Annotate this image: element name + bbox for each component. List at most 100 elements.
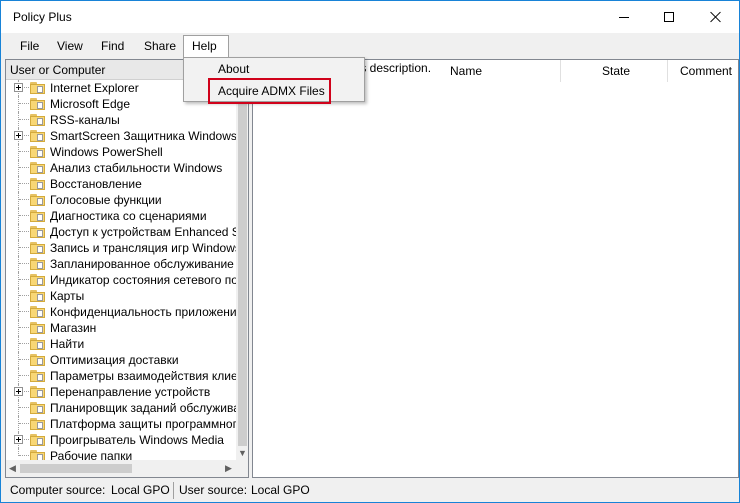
- scroll-down-arrow-icon[interactable]: ▼: [238, 448, 247, 458]
- policy-folder-icon: [30, 274, 46, 286]
- tree-vertical-scroll-thumb[interactable]: [238, 74, 247, 446]
- tree-item-label: Карты: [50, 289, 85, 303]
- tree-item-label: Microsoft Edge: [50, 97, 131, 111]
- expand-plus-icon[interactable]: [14, 83, 23, 92]
- policy-folder-icon: [30, 370, 46, 382]
- tree-connector-line: [19, 359, 29, 360]
- minimize-button[interactable]: [601, 1, 647, 33]
- tree-connector-line: [19, 343, 29, 344]
- menu-share[interactable]: Share: [138, 36, 182, 56]
- policy-folder-icon: [30, 114, 46, 126]
- tree-item-label: Перенаправление устройств: [50, 385, 211, 399]
- menu-find[interactable]: Find: [95, 36, 130, 56]
- tree-connector-line: [18, 352, 19, 368]
- tree-item[interactable]: Индикатор состояния сетевого подк: [6, 272, 236, 288]
- tree-connector-line: [18, 416, 19, 432]
- tree-horizontal-scrollbar[interactable]: ◀ ▶: [6, 460, 236, 477]
- tree-item[interactable]: Проигрыватель Windows Media: [6, 432, 236, 448]
- policy-list-pane[interactable]: ts description. Name State Comment: [252, 59, 739, 478]
- policy-folder-icon: [30, 402, 46, 414]
- tree-connector-line: [18, 304, 19, 320]
- tree-connector-line: [18, 368, 19, 384]
- policy-folder-icon: [30, 434, 46, 446]
- title-bar[interactable]: Policy Plus: [1, 1, 739, 33]
- column-separator[interactable]: [667, 60, 668, 82]
- policy-plus-window: Policy Plus File View Find Share Help Us…: [0, 0, 740, 503]
- menu-help[interactable]: Help: [183, 35, 229, 57]
- status-separator: [173, 482, 174, 499]
- tree-horizontal-scroll-thumb[interactable]: [20, 464, 132, 473]
- tree-item-label: Магазин: [50, 321, 97, 335]
- tree-item[interactable]: Диагностика со сценариями: [6, 208, 236, 224]
- computer-source-label: Computer source:: [10, 483, 106, 497]
- tree-connector-line: [19, 327, 29, 328]
- column-header-state[interactable]: State: [602, 60, 630, 82]
- tree-item-label: Голосовые функции: [50, 193, 162, 207]
- tree-item-label: RSS-каналы: [50, 113, 120, 127]
- tree-item[interactable]: Оптимизация доставки: [6, 352, 236, 368]
- tree-item-label: Планировщик заданий обслуживания: [50, 401, 236, 415]
- tree-item[interactable]: Карты: [6, 288, 236, 304]
- tree-item-label: Индикатор состояния сетевого подк: [50, 273, 236, 287]
- tree-item[interactable]: Доступ к устройствам Enhanced Sto: [6, 224, 236, 240]
- menu-item-about[interactable]: About: [218, 62, 249, 76]
- tree-item[interactable]: Запись и трансляция игр Windows: [6, 240, 236, 256]
- maximize-icon: [664, 12, 674, 22]
- tree-item[interactable]: Найти: [6, 336, 236, 352]
- column-separator[interactable]: [560, 60, 561, 82]
- expand-plus-icon[interactable]: [14, 131, 23, 140]
- tree-item-label: Оптимизация доставки: [50, 353, 179, 367]
- tree-vertical-scrollbar[interactable]: ▼: [236, 60, 248, 460]
- window-title: Policy Plus: [13, 10, 72, 24]
- category-tree[interactable]: User or Computer Internet Explorer Micros…: [5, 59, 249, 478]
- menu-file[interactable]: File: [14, 36, 45, 56]
- tree-connector-line: [18, 320, 19, 336]
- tree-connector-line: [18, 400, 19, 416]
- tree-item[interactable]: Магазин: [6, 320, 236, 336]
- tree-connector-line: [19, 247, 29, 248]
- tree-item[interactable]: Windows PowerShell: [6, 144, 236, 160]
- tree-item[interactable]: Планировщик заданий обслуживания: [6, 400, 236, 416]
- close-button[interactable]: [693, 1, 739, 33]
- tree-item[interactable]: Рабочие папки: [6, 448, 236, 460]
- tree-connector-line: [18, 336, 19, 352]
- expand-plus-icon[interactable]: [14, 387, 23, 396]
- tree-item-label: Проигрыватель Windows Media: [50, 433, 224, 447]
- policy-folder-icon: [30, 146, 46, 158]
- tree-list[interactable]: Internet Explorer Microsoft Edge RSS-канал…: [6, 80, 236, 460]
- column-header-comment[interactable]: Comment: [680, 60, 732, 82]
- tree-connector-line: [18, 112, 19, 128]
- tree-item-label: Анализ стабильности Windows: [50, 161, 223, 175]
- status-bar: Computer source: Local GPO User source: …: [1, 480, 739, 502]
- policy-folder-icon: [30, 418, 46, 430]
- scroll-left-arrow-icon[interactable]: ◀: [9, 463, 16, 474]
- tree-item[interactable]: SmartScreen Защитника Windows: [6, 128, 236, 144]
- tree-item-label: Запланированное обслуживание: [50, 257, 234, 271]
- tree-item[interactable]: Голосовые функции: [6, 192, 236, 208]
- maximize-button[interactable]: [646, 1, 692, 33]
- tree-item-label: Параметры взаимодействия клиент: [50, 369, 236, 383]
- highlight-annotation-box: [208, 78, 331, 104]
- tree-item[interactable]: Запланированное обслуживание: [6, 256, 236, 272]
- close-icon: [710, 11, 722, 23]
- tree-item[interactable]: RSS-каналы: [6, 112, 236, 128]
- scrollbar-corner: [236, 460, 248, 477]
- tree-item[interactable]: Параметры взаимодействия клиент: [6, 368, 236, 384]
- tree-item-label: Internet Explorer: [50, 81, 139, 95]
- policy-folder-icon: [30, 306, 46, 318]
- description-text: ts description.: [357, 61, 432, 75]
- expand-plus-icon[interactable]: [14, 435, 23, 444]
- tree-connector-line: [19, 231, 29, 232]
- tree-item-label: Восстановление: [50, 177, 142, 191]
- policy-folder-icon: [30, 386, 46, 398]
- column-header-name[interactable]: Name: [450, 60, 482, 82]
- tree-item[interactable]: Перенаправление устройств: [6, 384, 236, 400]
- menu-view[interactable]: View: [51, 36, 89, 56]
- scroll-right-arrow-icon[interactable]: ▶: [225, 463, 232, 474]
- tree-item[interactable]: Анализ стабильности Windows: [6, 160, 236, 176]
- tree-item[interactable]: Восстановление: [6, 176, 236, 192]
- tree-item[interactable]: Конфиденциальность приложения: [6, 304, 236, 320]
- tree-item[interactable]: Платформа защиты программного с: [6, 416, 236, 432]
- policy-folder-icon: [30, 338, 46, 350]
- user-source-value: Local GPO: [251, 483, 310, 497]
